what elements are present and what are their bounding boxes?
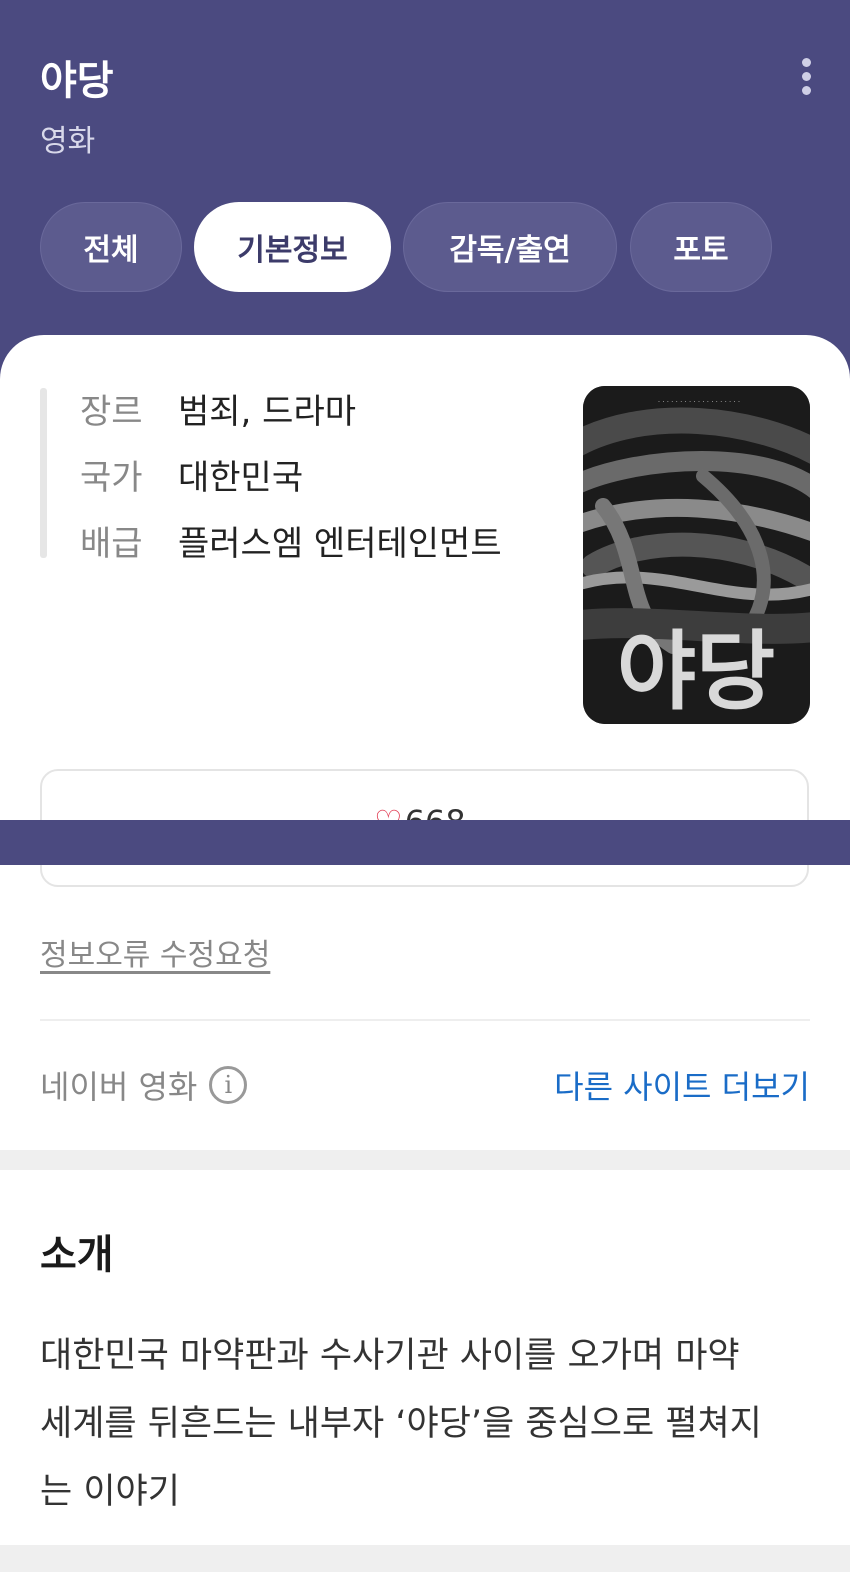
more-sites-link[interactable]: 다른 사이트 더보기 (554, 1062, 810, 1108)
movie-poster[interactable]: · · · · · · · · · · · · · · · · · · · 야당 (583, 386, 810, 724)
svg-text:· · · · · · · · · · · · · · ·: · · · · · · · · · · · · · · · · · · · (658, 398, 740, 406)
intro-line: 대한민국 마약판과 수사기관 사이를 오가며 마약 (40, 1336, 740, 1376)
info-row-genre: 장르 범죄, 드라마 (80, 384, 356, 433)
info-label: 국가 (80, 458, 143, 498)
info-label: 장르 (80, 392, 143, 432)
info-divider-bar (40, 388, 47, 558)
intro-title: 소개 (40, 1232, 114, 1278)
info-label: 배급 (80, 524, 143, 564)
page-title: 야당 (40, 58, 114, 104)
tab-all[interactable]: 전체 (40, 202, 182, 292)
intro-line: 세계를 뒤흔드는 내부자 ‘야당’을 중심으로 펼쳐지 (40, 1404, 762, 1444)
info-value: 대한민국 (178, 458, 304, 498)
poster-title: 야당 (617, 622, 775, 722)
info-row-country: 국가 대한민국 (80, 450, 303, 499)
report-error-link[interactable]: 정보오류 수정요청 (40, 930, 270, 974)
poster-image: · · · · · · · · · · · · · · · · · · · 야당 (583, 386, 810, 724)
page-subtitle: 영화 (40, 124, 96, 159)
intro-line: 는 이야기 (40, 1472, 180, 1512)
info-value: 플러스엠 엔터테인먼트 (178, 524, 502, 564)
source-label: 네이버 영화 (40, 1068, 198, 1106)
tab-director-cast[interactable]: 감독/출연 (403, 202, 617, 292)
header (0, 0, 850, 380)
intro-text: 대한민국 마약판과 수사기관 사이를 오가며 마약 세계를 뒤흔드는 내부자 ‘… (40, 1322, 820, 1526)
info-row-distributor: 배급 플러스엠 엔터테인먼트 (80, 516, 502, 565)
overlay-band (0, 820, 850, 865)
more-options-icon[interactable] (790, 52, 822, 100)
info-value: 범죄, 드라마 (178, 392, 357, 432)
tab-basic-info[interactable]: 기본정보 (194, 202, 391, 292)
divider (40, 1019, 810, 1021)
tab-photo[interactable]: 포토 (630, 202, 772, 292)
source-row: 네이버 영화 i (40, 1062, 248, 1108)
info-icon[interactable]: i (209, 1066, 248, 1104)
